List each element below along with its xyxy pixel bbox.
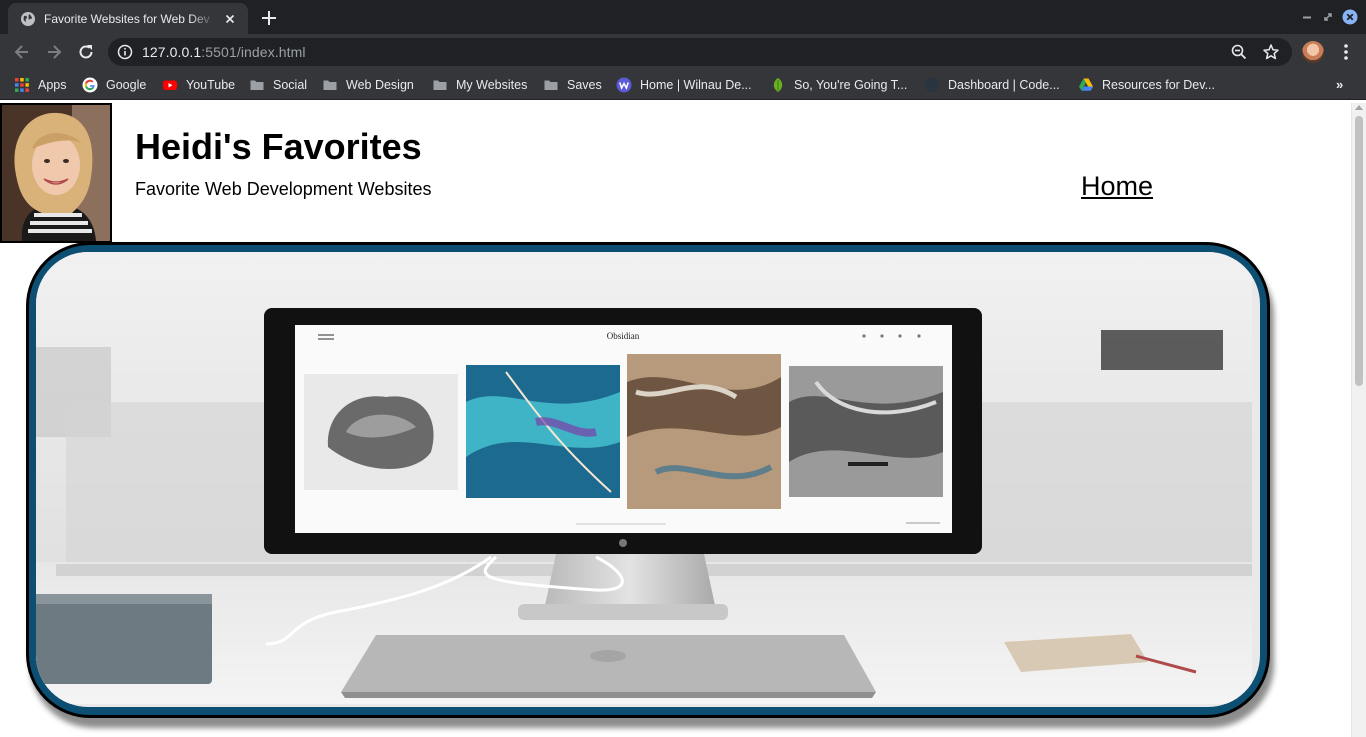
bookmark-apps[interactable]: Apps <box>14 76 67 94</box>
youtube-icon <box>163 80 177 90</box>
bookmark-label: My Websites <box>456 78 528 92</box>
bookmark-youtube[interactable]: YouTube <box>162 76 235 94</box>
more-bookmarks-chevron-icon[interactable]: » <box>1336 77 1350 93</box>
bookmark-dashboard-codecademy[interactable]: Dashboard | Code... <box>924 76 1060 94</box>
zoom-out-icon[interactable] <box>1230 43 1248 61</box>
minimize-icon[interactable] <box>1299 9 1315 25</box>
bookmark-label: Resources for Dev... <box>1102 78 1216 92</box>
bookmark-label: Google <box>106 78 147 92</box>
vertical-scrollbar[interactable] <box>1351 103 1366 737</box>
globe-icon <box>21 11 35 26</box>
google-icon <box>82 77 98 93</box>
bookmark-label: Dashboard | Code... <box>948 78 1060 92</box>
bookmark-so-youre-going[interactable]: So, You're Going T... <box>770 76 907 94</box>
close-tab-icon[interactable] <box>222 11 238 27</box>
bookmark-label: So, You're Going T... <box>794 78 908 92</box>
hero-image-frame: Obsidian <box>26 242 1270 718</box>
reload-icon[interactable] <box>76 42 96 62</box>
tab-title: Favorite Websites for Web Dev <box>44 11 210 26</box>
screen-brand-text: Obsidian <box>607 331 640 341</box>
bookmark-label: YouTube <box>186 78 236 92</box>
forward-arrow-icon[interactable] <box>44 42 64 62</box>
profile-avatar[interactable] <box>1302 41 1324 63</box>
url-text[interactable]: 127.0.0.1:5501/index.html <box>142 44 306 60</box>
folder-icon <box>250 80 264 90</box>
bookmark-folder-saves[interactable]: Saves <box>543 76 602 94</box>
page-subtitle: Favorite Web Development Websites <box>135 179 432 199</box>
back-arrow-icon[interactable] <box>12 42 32 62</box>
bookmark-folder-social[interactable]: Social <box>249 76 307 94</box>
bookmark-google[interactable]: Google <box>82 76 146 94</box>
codecademy-icon <box>925 78 939 92</box>
folder-icon <box>323 80 337 90</box>
more-menu-icon[interactable] <box>1336 42 1356 62</box>
bookmark-folder-web-design[interactable]: Web Design <box>322 76 414 94</box>
browser-toolbar: 127.0.0.1:5501/index.html <box>0 34 1366 70</box>
page-viewport: Heidi's Favorites Favorite Web Developme… <box>0 103 1351 737</box>
portrait-image <box>2 105 110 241</box>
restore-icon[interactable] <box>1320 9 1336 25</box>
folder-icon <box>433 80 447 90</box>
hero-image: Obsidian <box>36 252 1260 707</box>
page-title: Heidi's Favorites <box>135 126 422 167</box>
browser-tab-strip: Favorite Websites for Web Dev <box>0 0 1366 34</box>
bookmark-label: Saves <box>567 78 602 92</box>
profile-photo <box>0 103 112 243</box>
bookmark-label: Social <box>273 78 308 92</box>
bookmark-label: Apps <box>38 78 67 92</box>
bookmark-resources-for-dev[interactable]: Resources for Dev... <box>1078 76 1215 94</box>
apps-grid-icon <box>15 78 29 92</box>
scrollbar-thumb[interactable] <box>1355 116 1363 386</box>
scroll-up-arrow-icon[interactable] <box>1355 105 1363 110</box>
folder-icon <box>544 80 558 90</box>
leaf-icon <box>773 78 783 92</box>
bookmark-label: Web Design <box>346 78 414 92</box>
browser-tab-active[interactable]: Favorite Websites for Web Dev <box>8 3 248 34</box>
bookmark-wilnau[interactable]: Home | Wilnau De... <box>616 76 752 94</box>
google-drive-icon <box>1079 78 1093 91</box>
url-path: :5501/index.html <box>201 44 306 60</box>
nav-home-link[interactable]: Home <box>1081 171 1153 202</box>
bookmarks-bar: Apps Google YouTube Social Web Design My… <box>0 70 1366 100</box>
info-icon[interactable] <box>117 44 133 60</box>
close-window-icon[interactable] <box>1342 9 1358 25</box>
bookmark-star-icon[interactable] <box>1262 43 1280 61</box>
new-tab-icon[interactable] <box>259 8 279 28</box>
wilnau-icon <box>616 77 632 93</box>
url-host: 127.0.0.1 <box>142 44 202 60</box>
address-bar[interactable]: 127.0.0.1:5501/index.html <box>108 38 1292 66</box>
bookmark-folder-my-websites[interactable]: My Websites <box>432 76 527 94</box>
bookmark-label: Home | Wilnau De... <box>640 78 752 92</box>
desk-monitor-photo: Obsidian <box>36 252 1252 704</box>
